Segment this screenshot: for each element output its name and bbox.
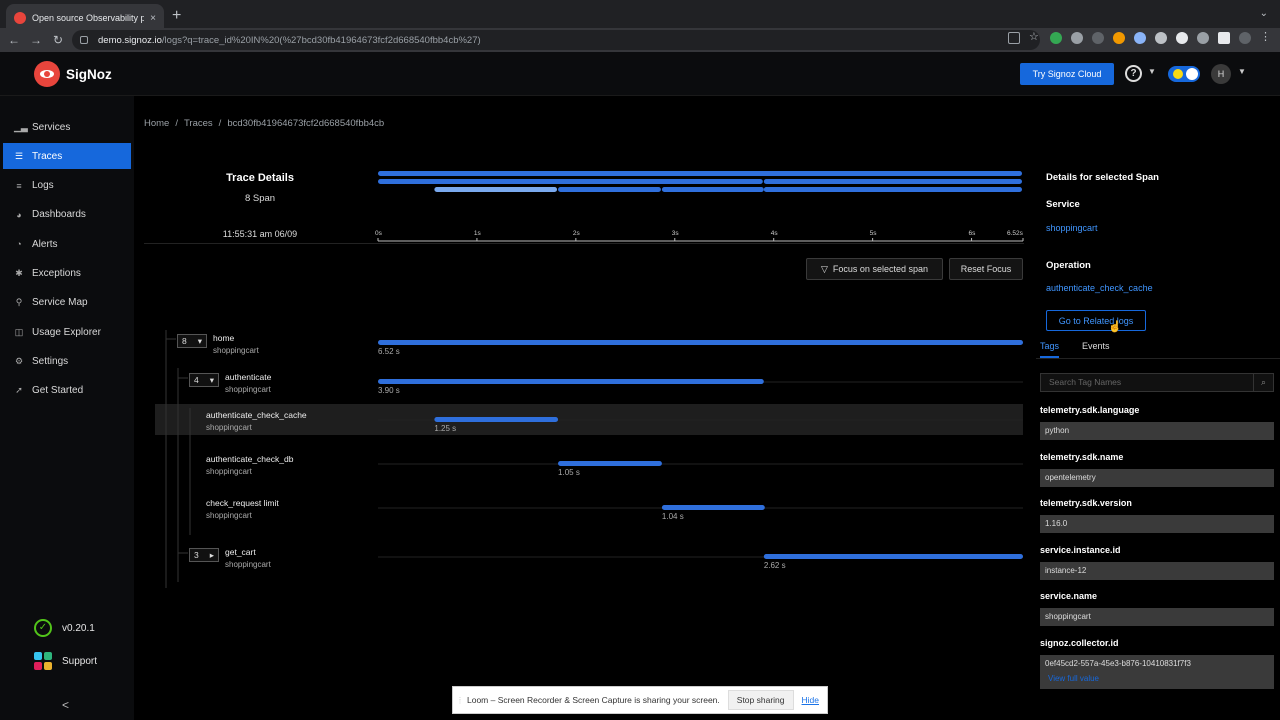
span-bar-get_cart	[763, 554, 1023, 559]
overview-span-bar	[434, 187, 558, 192]
span-collapse-toggle[interactable]: 8 ▾	[177, 334, 207, 348]
span-service: shoppingcart	[206, 423, 252, 432]
span-name[interactable]: authenticate	[225, 372, 271, 382]
overview-span-bar	[763, 187, 1022, 192]
share-message: Loom – Screen Recorder & Screen Capture …	[467, 695, 720, 705]
tag-key: telemetry.sdk.language	[1040, 405, 1140, 415]
view-full-value-link[interactable]: View full value	[1048, 674, 1099, 683]
hide-link[interactable]: Hide	[802, 695, 819, 705]
span-service: shoppingcart	[213, 346, 259, 355]
span-details-panel: Details for selected Span Service shoppi…	[1036, 165, 1280, 720]
tag-value: python	[1040, 422, 1274, 440]
span-collapse-toggle[interactable]: 3 ▸	[189, 548, 219, 562]
span-name[interactable]: authenticate_check_cache	[206, 410, 307, 420]
span-service: shoppingcart	[206, 467, 252, 476]
tag-key: telemetry.sdk.version	[1040, 498, 1132, 508]
caret-right-icon: ▸	[209, 549, 214, 560]
span-name[interactable]: check_request limit	[206, 498, 279, 508]
overview-span-bar	[378, 171, 1022, 176]
span-duration: 1.04 s	[661, 512, 684, 521]
overview-span-bar	[763, 179, 1022, 184]
tag-value: instance-12	[1040, 561, 1274, 580]
details-title: Details for selected Span	[1046, 172, 1159, 183]
child-count: 4	[194, 375, 199, 385]
search-icon[interactable]: ⌕	[1253, 374, 1273, 391]
drag-handle-icon[interactable]: ⦙	[453, 695, 467, 706]
tag-value: 1.16.0	[1040, 515, 1274, 533]
span-bar-check_request limit	[661, 505, 765, 510]
search-placeholder: Search Tag Names	[1049, 377, 1122, 387]
span-bar-authenticate	[378, 379, 764, 384]
span-name[interactable]: get_cart	[225, 547, 256, 557]
tab-events[interactable]: Events	[1082, 341, 1110, 351]
span-duration: 1.25 s	[434, 424, 457, 433]
tag-key: service.name	[1040, 591, 1098, 601]
overview-span-bar	[378, 179, 763, 184]
tag-value: opentelemetry	[1040, 468, 1274, 487]
screen-share-bar: ⦙ Loom – Screen Recorder & Screen Captur…	[452, 686, 828, 714]
service-value[interactable]: shoppingcart	[1046, 223, 1098, 233]
child-count: 3	[194, 550, 199, 560]
operation-value[interactable]: authenticate_check_cache	[1046, 283, 1153, 293]
search-tag-input[interactable]: Search Tag Names ⌕	[1040, 373, 1274, 392]
go-to-related-logs-button[interactable]: Go to Related logs	[1046, 310, 1146, 331]
overview-span-bar	[661, 187, 764, 192]
service-label: Service	[1046, 199, 1080, 210]
stop-sharing-button[interactable]: Stop sharing	[727, 690, 794, 710]
tag-key: telemetry.sdk.name	[1040, 451, 1124, 462]
operation-label: Operation	[1046, 260, 1091, 271]
span-service: shoppingcart	[225, 560, 271, 569]
tab-tags[interactable]: Tags	[1040, 341, 1060, 358]
tag-value: 0ef45cd2-557a-45e3-b876-10410831f7f3	[1040, 654, 1274, 689]
span-bar-authenticate_check_cache	[434, 417, 559, 422]
span-name[interactable]: authenticate_check_db	[206, 454, 293, 464]
caret-down-icon: ▾	[209, 374, 214, 385]
span-duration: 6.52 s	[378, 347, 400, 356]
span-name[interactable]: home	[213, 333, 234, 343]
tag-key: signoz.collector.id	[1040, 637, 1119, 648]
span-bar-home	[378, 340, 1023, 345]
span-service: shoppingcart	[206, 511, 252, 520]
tag-key: service.instance.id	[1040, 544, 1121, 555]
overview-span-bar	[558, 187, 661, 192]
mouse-cursor-icon: ☝	[1108, 321, 1122, 333]
span-duration: 3.90 s	[378, 386, 400, 395]
span-duration: 1.05 s	[558, 468, 580, 477]
child-count: 8	[182, 336, 187, 346]
span-collapse-toggle[interactable]: 4 ▾	[189, 373, 219, 387]
span-service: shoppingcart	[225, 385, 271, 394]
caret-down-icon: ▾	[197, 335, 202, 346]
span-duration: 2.62 s	[763, 561, 786, 570]
span-bar-authenticate_check_db	[558, 461, 662, 466]
tag-value: shoppingcart	[1040, 608, 1274, 626]
details-tabs: Tags Events	[1036, 339, 1280, 359]
